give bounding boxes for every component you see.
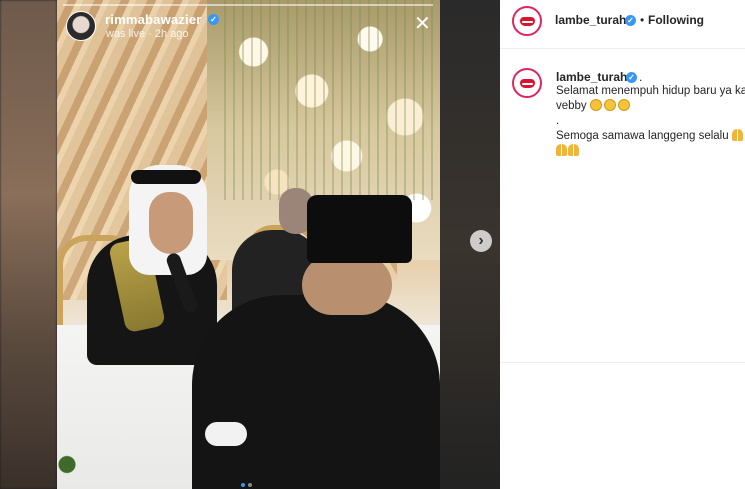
story-avatar[interactable]: [66, 11, 96, 41]
story-verified-icon: ✓: [208, 14, 219, 25]
officiant-glove: [205, 422, 247, 446]
kissing-face-emoji-icon: [603, 99, 616, 111]
close-icon[interactable]: ✕: [414, 14, 431, 34]
verified-icon: ✓: [626, 72, 637, 83]
follow-separator: •: [640, 13, 645, 27]
folded-hands-emoji-icon: [556, 144, 567, 156]
caption-username[interactable]: lambe_turah: [556, 70, 627, 84]
folded-hands-emoji-icon: [731, 129, 743, 141]
story-status: was live · 2h ago: [106, 28, 189, 40]
caption-line-with-emoji: vebby: [556, 99, 745, 114]
caption-line: Selamat menempuh hidup baru ya ka: [556, 85, 745, 97]
hanging-vines: [217, 0, 437, 200]
folded-hands-emoji-icon: [568, 144, 579, 156]
carousel-dot-active: [241, 483, 245, 487]
chevron-right-icon[interactable]: ›: [470, 230, 492, 252]
story-progress-bar: [63, 4, 433, 6]
verified-icon: ✓: [625, 15, 636, 26]
kissing-face-emoji-icon: [589, 99, 602, 111]
caption-line-with-emoji: Semoga samawa langgeng selalu: [556, 129, 745, 144]
lips-logo-icon: [520, 17, 535, 26]
carousel-dots: [241, 474, 255, 489]
caption-line: vebby: [556, 100, 587, 112]
caption-line: .: [556, 115, 560, 127]
story-video-frame[interactable]: [57, 0, 440, 489]
groom-face: [149, 192, 193, 254]
caption-avatar[interactable]: [512, 68, 542, 98]
groom-agal: [131, 170, 201, 184]
lips-logo-icon: [520, 79, 535, 88]
post-side-panel: lambe_turah ✓ • Following lambe_turah ✓ …: [500, 0, 745, 489]
following-button[interactable]: Following: [648, 13, 704, 27]
author-avatar[interactable]: [512, 6, 542, 36]
caption-line: Semoga samawa langgeng selalu: [556, 130, 729, 142]
officiant-neck: [302, 255, 392, 315]
kissing-face-emoji-icon: [617, 99, 630, 111]
divider: [500, 362, 745, 363]
blurred-background-left: [0, 0, 57, 489]
officiant-cap: [307, 195, 412, 263]
caption-emoji-line: [556, 144, 745, 159]
caption-dot: .: [639, 70, 643, 84]
author-username[interactable]: lambe_turah: [555, 13, 626, 27]
post-header: lambe_turah ✓ • Following: [500, 0, 745, 49]
carousel-dot: [248, 483, 252, 487]
plant-decoration: [57, 440, 77, 489]
officiant-figure: [192, 295, 440, 489]
media-viewer: rimmabawazier ✓ was live · 2h ago ✕ ›: [0, 0, 500, 489]
post-caption: Selamat menempuh hidup baru ya ka vebby …: [556, 84, 745, 159]
story-username[interactable]: rimmabawazier: [105, 12, 202, 27]
